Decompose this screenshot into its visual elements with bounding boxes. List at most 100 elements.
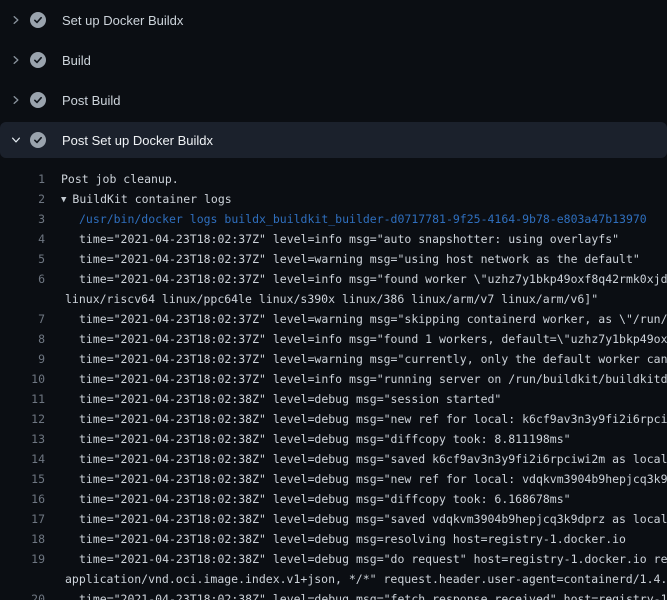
check-circle-icon: [30, 12, 46, 28]
log-row: 14 time="2021-04-23T18:02:38Z" level=debu…: [0, 449, 667, 469]
log-line-text: time="2021-04-23T18:02:37Z" level=info m…: [79, 269, 667, 289]
log-line-text: application/vnd.oci.image.index.v1+json,…: [65, 569, 667, 589]
log-line-text: time="2021-04-23T18:02:37Z" level=warnin…: [79, 309, 667, 329]
log-text: time="2021-04-23T18:02:38Z" level=debug …: [79, 452, 667, 466]
log-line-text: time="2021-04-23T18:02:37Z" level=info m…: [79, 229, 619, 249]
step-label: Set up Docker Buildx: [62, 13, 183, 28]
log-line-number[interactable]: 6: [0, 269, 45, 289]
log-line-number[interactable]: 12: [0, 409, 45, 429]
log-line-text: time="2021-04-23T18:02:38Z" level=debug …: [79, 429, 571, 449]
log-text: time="2021-04-23T18:02:37Z" level=info m…: [79, 232, 619, 246]
log-line-text: linux/riscv64 linux/ppc64le linux/s390x …: [65, 289, 598, 309]
log-line-number[interactable]: 8: [0, 329, 45, 349]
step-row-post-set-up-docker-buildx[interactable]: Post Set up Docker Buildx: [0, 122, 667, 158]
log-line-number[interactable]: 7: [0, 309, 45, 329]
log-row: 9 time="2021-04-23T18:02:37Z" level=warni…: [0, 349, 667, 369]
log-text: time="2021-04-23T18:02:37Z" level=info m…: [79, 332, 667, 346]
log-line-text: time="2021-04-23T18:02:38Z" level=debug …: [79, 409, 667, 429]
log-line-number: [0, 569, 45, 589]
log-row: 13 time="2021-04-23T18:02:38Z" level=debu…: [0, 429, 667, 449]
log-row: 19 time="2021-04-23T18:02:38Z" level=debu…: [0, 549, 667, 569]
log-line-number[interactable]: 15: [0, 469, 45, 489]
log-row: 3/usr/bin/docker logs buildx_buildkit_bu…: [0, 209, 667, 229]
log-line-number[interactable]: 1: [0, 169, 45, 189]
log-text: time="2021-04-23T18:02:38Z" level=debug …: [79, 432, 571, 446]
log-row: 1 Post job cleanup.: [0, 169, 667, 189]
log-text: time="2021-04-23T18:02:38Z" level=debug …: [79, 472, 667, 486]
log-line-text: time="2021-04-23T18:02:38Z" level=debug …: [79, 529, 626, 549]
chevron-right-icon: [8, 12, 24, 28]
log-line-number[interactable]: 9: [0, 349, 45, 369]
step-row-set-up-docker-buildx[interactable]: Set up Docker Buildx: [0, 0, 667, 40]
chevron-right-icon: [8, 52, 24, 68]
log-row: 20 time="2021-04-23T18:02:38Z" level=debu…: [0, 589, 667, 600]
log-line-number[interactable]: 16: [0, 489, 45, 509]
log-line-text: time="2021-04-23T18:02:38Z" level=debug …: [79, 389, 501, 409]
log-line-text: time="2021-04-23T18:02:38Z" level=debug …: [79, 509, 667, 529]
log-text: /usr/bin/docker logs buildx_buildkit_bui…: [79, 212, 647, 226]
log-line-number[interactable]: 5: [0, 249, 45, 269]
log-line-text: time="2021-04-23T18:02:37Z" level=info m…: [79, 329, 667, 349]
log-row: linux/riscv64 linux/ppc64le linux/s390x …: [0, 289, 667, 309]
log-line-text: time="2021-04-23T18:02:37Z" level=info m…: [79, 369, 667, 389]
log-line-number[interactable]: 2: [0, 189, 45, 209]
log-line-number[interactable]: 18: [0, 529, 45, 549]
log-line-number[interactable]: 17: [0, 509, 45, 529]
log-text: time="2021-04-23T18:02:37Z" level=warnin…: [79, 252, 640, 266]
collapse-triangle-icon[interactable]: ▼: [61, 190, 66, 209]
log-panel: 1 Post job cleanup. 2 ▼ BuildKit container l…: [0, 160, 667, 600]
log-line-number[interactable]: 4: [0, 229, 45, 249]
log-line-number[interactable]: 10: [0, 369, 45, 389]
log-row: 2 ▼ BuildKit container logs: [0, 189, 667, 209]
log-text: time="2021-04-23T18:02:37Z" level=info m…: [79, 272, 667, 286]
log-text: time="2021-04-23T18:02:37Z" level=warnin…: [79, 352, 667, 366]
step-row-build[interactable]: Build: [0, 40, 667, 80]
log-row: 15 time="2021-04-23T18:02:38Z" level=debu…: [0, 469, 667, 489]
chevron-down-icon: [8, 132, 24, 148]
log-row: 18 time="2021-04-23T18:02:38Z" level=debu…: [0, 529, 667, 549]
log-text: time="2021-04-23T18:02:38Z" level=debug …: [79, 552, 667, 566]
log-line-text: time="2021-04-23T18:02:38Z" level=debug …: [79, 469, 667, 489]
log-line-text: time="2021-04-23T18:02:37Z" level=warnin…: [79, 349, 667, 369]
log-line-number[interactable]: 3: [0, 209, 45, 229]
log-command-text: /usr/bin/docker logs buildx_buildkit_bui…: [79, 209, 647, 229]
log-row: 7 time="2021-04-23T18:02:37Z" level=warni…: [0, 309, 667, 329]
log-line-number[interactable]: 13: [0, 429, 45, 449]
check-circle-icon: [30, 92, 46, 108]
log-text: Post job cleanup.: [61, 172, 179, 186]
workflow-steps-list: Set up Docker Buildx Build Post Build Post …: [0, 0, 667, 158]
log-text: time="2021-04-23T18:02:38Z" level=debug …: [79, 532, 626, 546]
log-row: 16 time="2021-04-23T18:02:38Z" level=debu…: [0, 489, 667, 509]
log-line-text: time="2021-04-23T18:02:38Z" level=debug …: [79, 489, 571, 509]
log-row: application/vnd.oci.image.index.v1+json,…: [0, 569, 667, 589]
check-circle-icon: [30, 52, 46, 68]
log-line-number: [0, 289, 45, 309]
log-line-text: time="2021-04-23T18:02:38Z" level=debug …: [79, 589, 667, 600]
log-line-text[interactable]: ▼ BuildKit container logs: [61, 189, 232, 209]
log-row: 11 time="2021-04-23T18:02:38Z" level=debu…: [0, 389, 667, 409]
log-line-number[interactable]: 14: [0, 449, 45, 469]
log-text: time="2021-04-23T18:02:38Z" level=debug …: [79, 412, 667, 426]
log-text: time="2021-04-23T18:02:38Z" level=debug …: [79, 492, 571, 506]
log-line-number[interactable]: 11: [0, 389, 45, 409]
log-line-number[interactable]: 19: [0, 549, 45, 569]
check-circle-icon: [30, 132, 46, 148]
log-line-text: Post job cleanup.: [61, 169, 179, 189]
log-text: time="2021-04-23T18:02:38Z" level=debug …: [79, 512, 667, 526]
log-row: 6 time="2021-04-23T18:02:37Z" level=info …: [0, 269, 667, 289]
log-line-text: time="2021-04-23T18:02:37Z" level=warnin…: [79, 249, 640, 269]
step-row-post-build[interactable]: Post Build: [0, 80, 667, 120]
log-row: 5 time="2021-04-23T18:02:37Z" level=warni…: [0, 249, 667, 269]
log-row: 4 time="2021-04-23T18:02:37Z" level=info …: [0, 229, 667, 249]
log-text: linux/riscv64 linux/ppc64le linux/s390x …: [65, 292, 598, 306]
log-row: 17 time="2021-04-23T18:02:38Z" level=debu…: [0, 509, 667, 529]
log-row: 8 time="2021-04-23T18:02:37Z" level=info …: [0, 329, 667, 349]
log-text: BuildKit container logs: [72, 192, 231, 206]
log-line-text: time="2021-04-23T18:02:38Z" level=debug …: [79, 449, 667, 469]
log-line-text: time="2021-04-23T18:02:38Z" level=debug …: [79, 549, 667, 569]
log-text: time="2021-04-23T18:02:37Z" level=warnin…: [79, 312, 667, 326]
log-text: time="2021-04-23T18:02:38Z" level=debug …: [79, 392, 501, 406]
step-label: Post Build: [62, 93, 121, 108]
log-line-number[interactable]: 20: [0, 589, 45, 600]
log-text: time="2021-04-23T18:02:38Z" level=debug …: [79, 592, 667, 600]
